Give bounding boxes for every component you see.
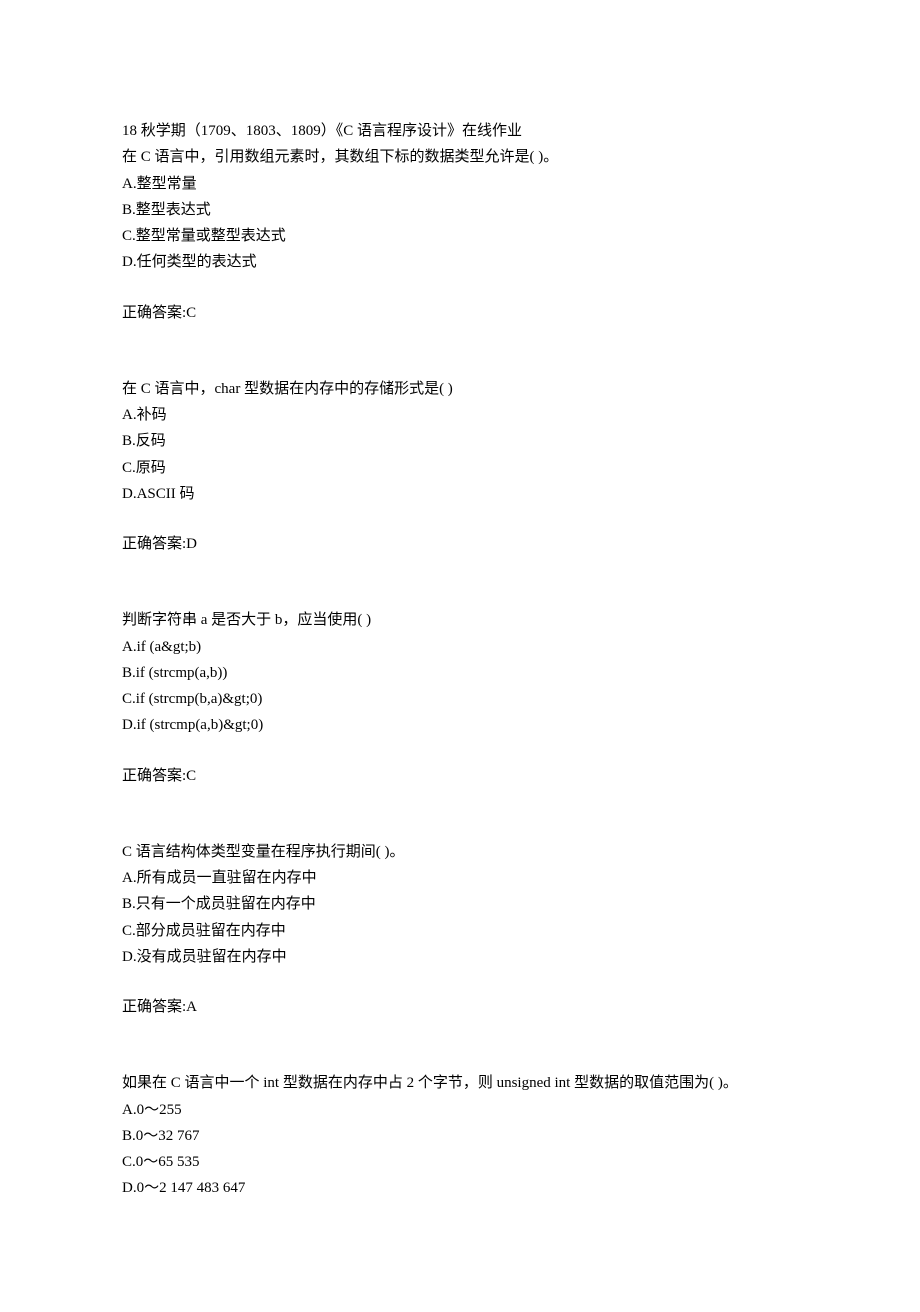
question-option: D.没有成员驻留在内存中 (122, 944, 798, 970)
question-option: C.0～65 535 (122, 1149, 798, 1175)
question-option: B.反码 (122, 428, 798, 454)
question-answer: 正确答案:A (122, 994, 798, 1020)
question-option: D.任何类型的表达式 (122, 249, 798, 275)
question-answer: 正确答案:C (122, 300, 798, 326)
question-option: C.原码 (122, 455, 798, 481)
question-answer: 正确答案:C (122, 763, 798, 789)
question-option: C.if (strcmp(b,a)&gt;0) (122, 686, 798, 712)
question-block: 在 C 语言中，char 型数据在内存中的存储形式是( ) A.补码 B.反码 … (122, 376, 798, 558)
question-option: A.整型常量 (122, 171, 798, 197)
question-option: B.整型表达式 (122, 197, 798, 223)
question-option: C.整型常量或整型表达式 (122, 223, 798, 249)
question-option: D.ASCII 码 (122, 481, 798, 507)
question-option: C.部分成员驻留在内存中 (122, 918, 798, 944)
question-prompt: 判断字符串 a 是否大于 b，应当使用( ) (122, 607, 798, 633)
question-answer: 正确答案:D (122, 531, 798, 557)
question-prompt: 在 C 语言中，引用数组元素时，其数组下标的数据类型允许是( )。 (122, 144, 798, 170)
document-header: 18 秋学期（1709、1803、1809）《C 语言程序设计》在线作业 (122, 118, 798, 144)
question-option: B.只有一个成员驻留在内存中 (122, 891, 798, 917)
question-option: B.if (strcmp(a,b)) (122, 660, 798, 686)
question-option: B.0～32 767 (122, 1123, 798, 1149)
question-prompt: 在 C 语言中，char 型数据在内存中的存储形式是( ) (122, 376, 798, 402)
question-prompt: C 语言结构体类型变量在程序执行期间( )。 (122, 839, 798, 865)
question-block: C 语言结构体类型变量在程序执行期间( )。 A.所有成员一直驻留在内存中 B.… (122, 839, 798, 1021)
question-option: A.补码 (122, 402, 798, 428)
question-prompt: 如果在 C 语言中一个 int 型数据在内存中占 2 个字节，则 unsigne… (122, 1070, 798, 1096)
question-block: 在 C 语言中，引用数组元素时，其数组下标的数据类型允许是( )。 A.整型常量… (122, 144, 798, 326)
question-option: D.if (strcmp(a,b)&gt;0) (122, 712, 798, 738)
question-option: A.所有成员一直驻留在内存中 (122, 865, 798, 891)
question-option: A.0～255 (122, 1097, 798, 1123)
question-option: A.if (a&gt;b) (122, 634, 798, 660)
question-block: 如果在 C 语言中一个 int 型数据在内存中占 2 个字节，则 unsigne… (122, 1070, 798, 1201)
question-block: 判断字符串 a 是否大于 b，应当使用( ) A.if (a&gt;b) B.i… (122, 607, 798, 789)
question-option: D.0～2 147 483 647 (122, 1175, 798, 1201)
